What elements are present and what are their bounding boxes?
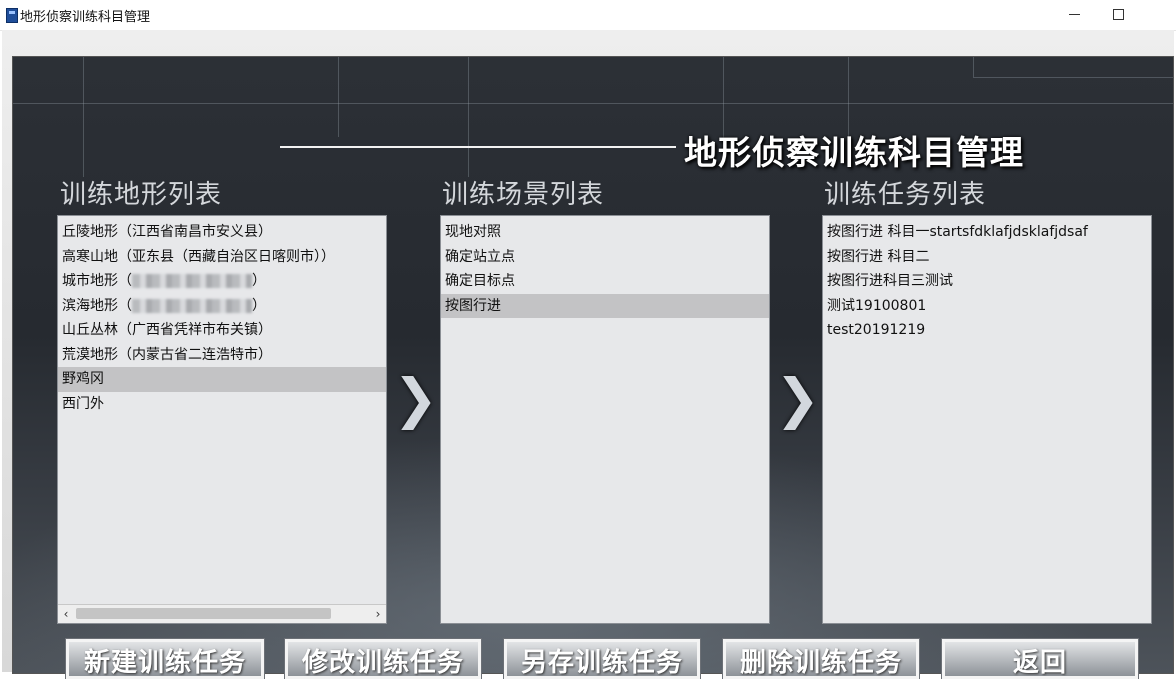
redacted-text	[132, 298, 252, 313]
grid-line	[13, 103, 1173, 104]
list-item-task[interactable]: 按图行进 科目一startsfdklafjdsklafjdsaf	[823, 220, 1151, 245]
list-item-task[interactable]: 按图行进 科目二	[823, 245, 1151, 270]
window-title-bar: 地形侦察训练科目管理	[0, 0, 1176, 31]
list-item-terrain-selected[interactable]: 野鸡冈	[58, 367, 386, 392]
terrain-list-label: 训练地形列表	[60, 180, 223, 210]
scrollbar-thumb[interactable]	[76, 608, 331, 619]
scroll-left-icon[interactable]: ‹	[58, 605, 74, 623]
grid-line	[83, 57, 84, 177]
grid-line	[973, 77, 1173, 78]
grid-line	[973, 57, 974, 77]
grid-line	[338, 57, 339, 137]
heading-rule	[280, 146, 676, 148]
list-item-terrain[interactable]: 西门外	[58, 392, 386, 417]
window-title: 地形侦察训练科目管理	[20, 10, 151, 25]
terrain-listbox[interactable]: 丘陵地形（江西省南昌市安义县） 高寒山地（亚东县（西藏自治区日喀则市）） 城市地…	[57, 215, 387, 624]
list-item-terrain[interactable]: 丘陵地形（江西省南昌市安义县）	[58, 220, 386, 245]
new-task-button[interactable]: 新建训练任务	[65, 638, 265, 679]
horizontal-scrollbar[interactable]: ‹ ›	[58, 604, 386, 623]
list-item-terrain[interactable]: 滨海地形（ ）	[58, 294, 386, 319]
app-icon	[6, 8, 18, 23]
scene-listbox[interactable]: 现地对照 确定站立点 确定目标点 按图行进	[440, 215, 770, 624]
list-item-task[interactable]: test20191219	[823, 318, 1151, 343]
list-item-task[interactable]: 按图行进科目三测试	[823, 269, 1151, 294]
list-item-scene[interactable]: 现地对照	[441, 220, 769, 245]
list-item-suffix: ）	[252, 273, 266, 289]
page-title: 地形侦察训练科目管理	[684, 133, 1024, 172]
chevron-right-icon: ❯	[775, 367, 821, 430]
list-item-scene[interactable]: 确定站立点	[441, 245, 769, 270]
save-as-task-button[interactable]: 另存训练任务	[503, 638, 701, 679]
list-item-terrain[interactable]: 高寒山地（亚东县（西藏自治区日喀则市））	[58, 245, 386, 270]
minimize-icon[interactable]	[1054, 3, 1094, 25]
maximize-icon[interactable]	[1098, 3, 1138, 25]
list-item-terrain[interactable]: 荒漠地形（内蒙古省二连浩特市）	[58, 343, 386, 368]
back-button[interactable]: 返回	[941, 638, 1139, 679]
chevron-right-icon: ❯	[393, 367, 439, 430]
redacted-text	[132, 274, 252, 288]
task-list-label: 训练任务列表	[824, 180, 987, 210]
list-item-scene[interactable]: 确定目标点	[441, 269, 769, 294]
list-item-scene-selected[interactable]: 按图行进	[441, 293, 769, 318]
edit-task-button[interactable]: 修改训练任务	[284, 638, 482, 679]
task-listbox[interactable]: 按图行进 科目一startsfdklafjdsklafjdsaf 按图行进 科目…	[822, 215, 1152, 624]
delete-task-button[interactable]: 删除训练任务	[722, 638, 920, 679]
list-item-label: 滨海地形（	[62, 297, 132, 314]
scroll-right-icon[interactable]: ›	[370, 605, 386, 623]
list-item-suffix: ）	[252, 297, 266, 314]
list-item-terrain[interactable]: 山丘丛林（广西省凭祥市布关镇）	[58, 318, 386, 343]
grid-line	[468, 57, 469, 177]
list-item-label: 城市地形（	[62, 273, 132, 289]
scene-list-label: 训练场景列表	[442, 180, 605, 210]
list-item-task[interactable]: 测试19100801	[823, 294, 1151, 319]
list-item-terrain[interactable]: 城市地形（ ）	[58, 269, 386, 294]
